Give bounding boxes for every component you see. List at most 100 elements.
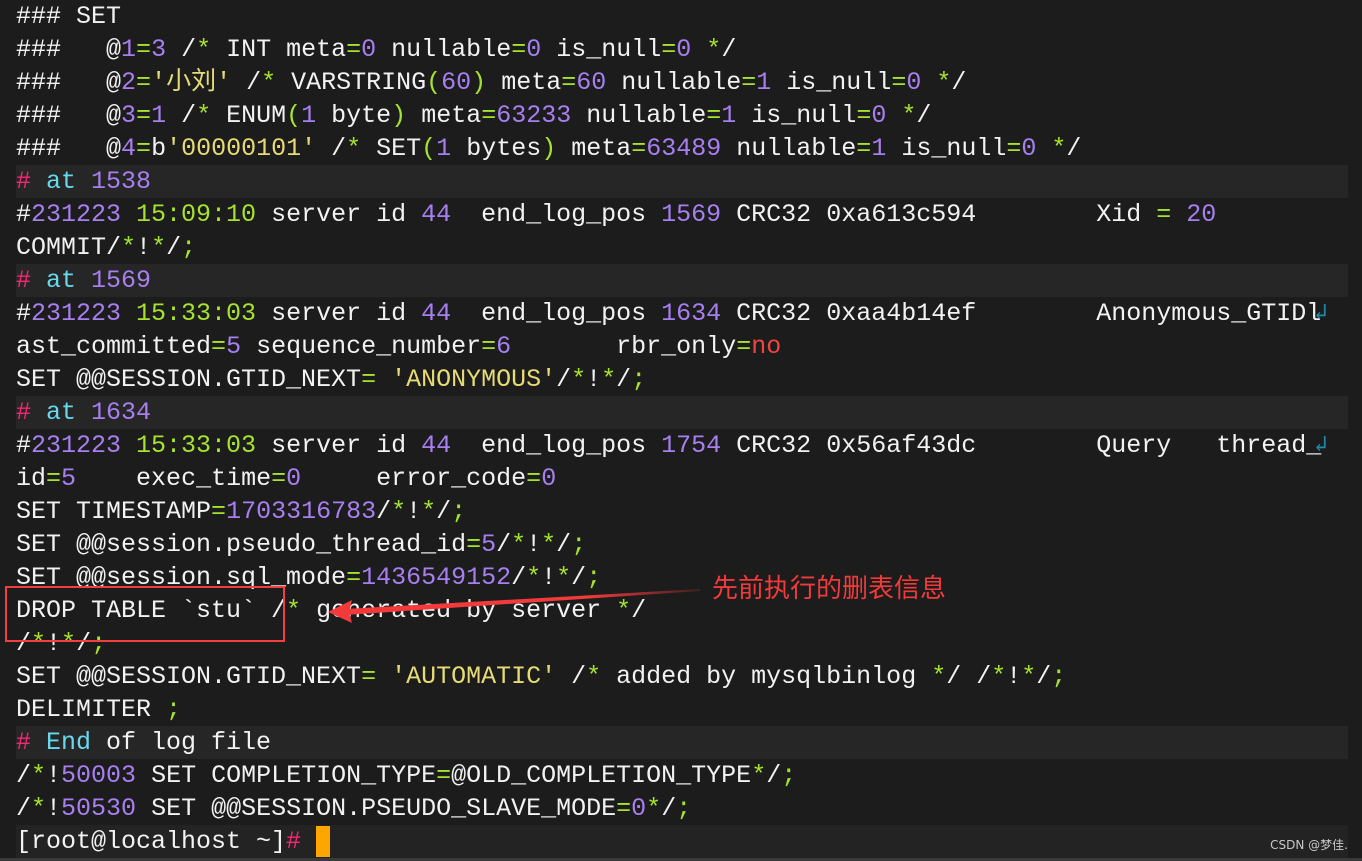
terminal-window[interactable]: ### SET ### @1=3 /* INT meta=0 nullable=0… xyxy=(0,0,1362,861)
line-segment: / xyxy=(16,794,32,823)
line-segment: server id xyxy=(256,200,407,229)
line-segment: ! xyxy=(136,233,152,262)
line-segment: = xyxy=(346,563,362,592)
line-segment: 44 xyxy=(406,200,452,229)
line-segment: nullable xyxy=(721,134,857,163)
line-segment: = xyxy=(136,134,152,163)
line-segment: 1754 xyxy=(646,431,722,460)
line-segment: * xyxy=(511,530,527,559)
terminal-line: SET TIMESTAMP=1703316783/*!*/; xyxy=(16,495,1348,528)
line-segment: 4 xyxy=(121,134,137,163)
line-segment: 20 xyxy=(1171,200,1217,229)
line-segment: # xyxy=(16,398,32,427)
terminal-line: SET @@session.pseudo_thread_id=5/*!*/; xyxy=(16,528,1348,561)
terminal-line: ### @1=3 /* INT meta=0 nullable=0 is_nul… xyxy=(16,33,1348,66)
line-segment: 63489 xyxy=(646,134,722,163)
drop-table-highlight-box xyxy=(5,586,285,642)
line-segment: / xyxy=(166,101,197,130)
line-segment: 'ANONYMOUS' xyxy=(376,365,557,394)
terminal-line: /*!50530 SET @@SESSION.PSEUDO_SLAVE_MODE… xyxy=(16,792,1348,825)
line-segment: / xyxy=(556,662,587,691)
line-segment: * xyxy=(601,596,632,625)
line-segment: is_null xyxy=(541,35,662,64)
line-segment: 1 xyxy=(871,134,887,163)
terminal-line: id=5 exec_time=0 error_code=0 xyxy=(16,462,1348,495)
line-segment: ; xyxy=(181,233,197,262)
line-segment: 0 xyxy=(906,68,922,97)
watermark: CSDN @梦佳. xyxy=(1270,838,1348,852)
line-segment: 0 xyxy=(676,35,692,64)
line-segment: = xyxy=(526,464,542,493)
line-segment: * xyxy=(31,761,47,790)
line-segment: ! xyxy=(1006,662,1022,691)
line-segment: # xyxy=(16,431,32,460)
line-segment: # xyxy=(16,167,32,196)
line-segment: = xyxy=(361,365,377,394)
line-segment: 1 xyxy=(151,101,167,130)
line-segment: ( xyxy=(421,134,437,163)
prompt-symbol: # xyxy=(286,827,302,856)
line-segment: ! xyxy=(586,365,602,394)
line-segment: ! xyxy=(406,497,422,526)
line-segment: * xyxy=(286,596,302,625)
line-segment: End xyxy=(31,728,92,757)
terminal-line: ### @4=b'00000101' /* SET(1 bytes) meta=… xyxy=(16,132,1348,165)
line-segment: SET @@SESSION.GTID_NEXT xyxy=(16,662,362,691)
line-segment: ) xyxy=(541,134,557,163)
line-segment: # xyxy=(16,299,32,328)
shell-prompt-line[interactable]: [root@localhost ~]# xyxy=(16,825,1348,858)
line-segment: = xyxy=(741,68,757,97)
line-segment: meta xyxy=(406,101,482,130)
line-segment: * xyxy=(921,68,952,97)
line-segment: 5 xyxy=(226,332,242,361)
line-segment: ### @ xyxy=(16,101,122,130)
line-segment: 2 xyxy=(121,68,137,97)
line-segment: end_log_pos xyxy=(451,431,647,460)
line-segment: # xyxy=(16,200,32,229)
terminal-line: #231223 15:09:10 server id 44 end_log_po… xyxy=(16,198,1348,231)
line-segment: server id xyxy=(256,431,407,460)
terminal-line-comment: # at 1538 xyxy=(16,165,1348,198)
line-segment: / / xyxy=(946,662,992,691)
line-segment: = xyxy=(616,794,632,823)
line-segment: ; xyxy=(676,794,692,823)
line-segment: 15:33:03 xyxy=(121,299,257,328)
line-segment: 0 xyxy=(541,464,557,493)
line-segment: = xyxy=(736,332,752,361)
line-segment: * xyxy=(541,530,557,559)
line-wrap-icon: ↲ xyxy=(1314,433,1328,458)
line-segment: = xyxy=(481,332,497,361)
line-segment: of log file xyxy=(91,728,272,757)
line-segment: 1 xyxy=(756,68,772,97)
line-segment: ) xyxy=(391,101,407,130)
line-segment: / xyxy=(1036,662,1052,691)
line-segment: * xyxy=(886,101,917,130)
line-segment: / xyxy=(231,68,262,97)
line-segment: 63233 xyxy=(496,101,572,130)
line-segment: * xyxy=(991,662,1007,691)
line-segment: ; xyxy=(781,761,797,790)
line-segment: is_null xyxy=(886,134,1007,163)
line-segment: = xyxy=(481,101,497,130)
line-segment: '00000101' xyxy=(166,134,317,163)
line-segment: 1 xyxy=(301,101,317,130)
line-segment: COMMIT/ xyxy=(16,233,122,262)
line-segment: meta xyxy=(556,134,632,163)
line-segment: 1 xyxy=(121,35,137,64)
line-segment: 1634 xyxy=(76,398,152,427)
line-segment: bytes xyxy=(451,134,542,163)
line-segment: = xyxy=(466,530,482,559)
line-segment: = xyxy=(1006,134,1022,163)
terminal-line-comment: # at 1569 xyxy=(16,264,1348,297)
line-wrap-icon: ↲ xyxy=(1314,301,1328,326)
line-segment: 0 xyxy=(286,464,302,493)
line-segment: ! xyxy=(526,530,542,559)
line-segment: = xyxy=(706,101,722,130)
line-segment: * xyxy=(391,497,407,526)
terminal-line-comment: # at 1634 xyxy=(16,396,1348,429)
line-segment: is_null xyxy=(736,101,857,130)
line-segment: * xyxy=(196,35,212,64)
line-segment: ; xyxy=(586,563,602,592)
line-segment: * xyxy=(151,233,167,262)
line-segment: / xyxy=(721,35,737,64)
